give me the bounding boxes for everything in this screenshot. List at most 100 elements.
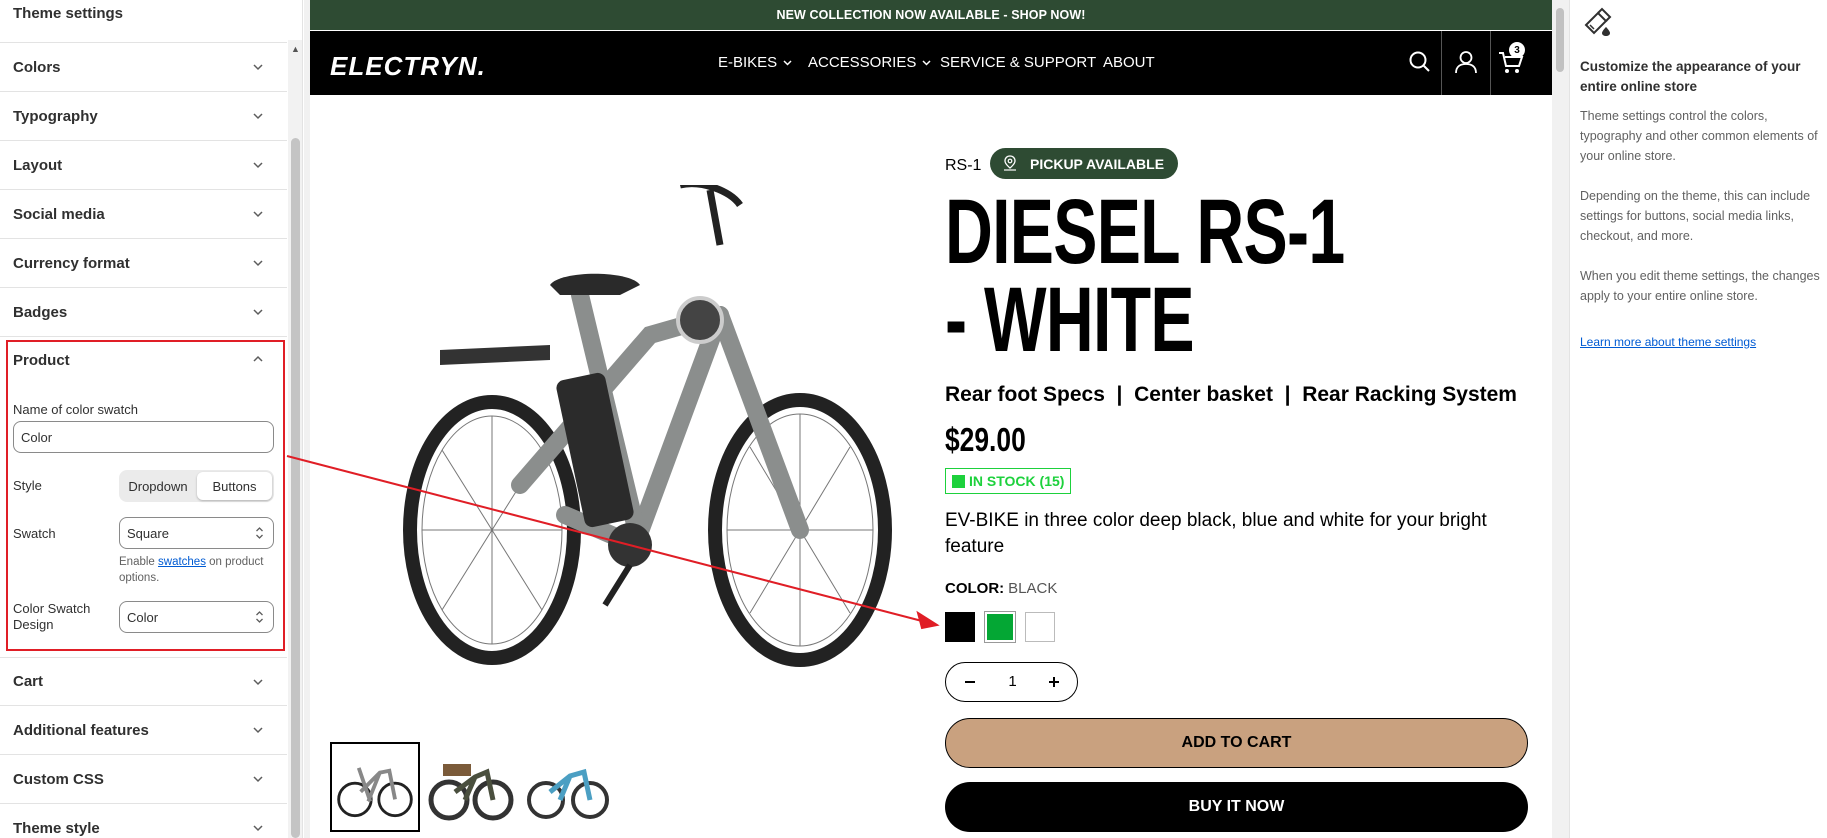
stock-indicator xyxy=(952,475,965,488)
learn-more-link[interactable]: Learn more about theme settings xyxy=(1580,335,1756,349)
section-label: Currency format xyxy=(13,254,130,272)
buy-it-now-button[interactable]: BUY IT NOW xyxy=(945,782,1528,832)
section-label: Custom CSS xyxy=(13,770,104,788)
product-thumbnail[interactable] xyxy=(425,742,515,832)
style-option-dropdown[interactable]: Dropdown xyxy=(121,472,195,500)
location-pin-icon xyxy=(1004,155,1016,171)
chevron-down-icon xyxy=(253,64,263,71)
sidebar-scrollbar[interactable]: ▲ xyxy=(288,40,302,838)
nav-ebikes[interactable]: E-BIKES xyxy=(718,54,793,71)
section-product-header[interactable]: Product xyxy=(13,352,70,369)
color-option-label: COLOR: BLACK xyxy=(945,580,1057,597)
info-paragraph: Theme settings control the colors, typog… xyxy=(1580,109,1818,163)
chevron-down-icon xyxy=(253,211,263,218)
store-logo[interactable]: ELECTRYN. xyxy=(330,51,486,82)
nav-label: ABOUT xyxy=(1103,54,1155,71)
nav-accessories[interactable]: ACCESSORIES xyxy=(808,54,932,71)
chevron-down-icon xyxy=(253,776,263,783)
section-label: Theme style xyxy=(13,819,100,837)
chevron-down-icon xyxy=(783,60,792,66)
section-badges[interactable]: Badges xyxy=(0,288,287,337)
preview-scroll-thumb[interactable] xyxy=(1556,8,1564,72)
info-panel: Customize the appearance of your entire … xyxy=(1569,0,1827,838)
swatch-select[interactable]: Square xyxy=(119,517,274,549)
swatch-name-input[interactable]: Color xyxy=(13,421,274,453)
add-to-cart-button[interactable]: ADD TO CART xyxy=(945,718,1528,768)
store-header: ELECTRYN. E-BIKES ACCESSORIES SERVICE & … xyxy=(310,31,1552,95)
plus-icon[interactable] xyxy=(1044,672,1064,692)
design-select-value: Color xyxy=(127,609,159,625)
chevron-down-icon xyxy=(253,113,263,120)
section-theme-style[interactable]: Theme style xyxy=(0,804,287,838)
nav-label: E-BIKES xyxy=(718,54,778,71)
stock-label: IN STOCK (15) xyxy=(969,473,1065,489)
nav-about[interactable]: ABOUT xyxy=(1103,54,1155,71)
color-swatch-design-label: Color Swatch Design xyxy=(13,601,91,632)
info-paragraph: When you edit theme settings, the change… xyxy=(1580,269,1820,303)
select-updown-icon xyxy=(256,611,263,623)
section-social-media[interactable]: Social media xyxy=(0,190,287,239)
product-main-image[interactable] xyxy=(400,185,900,705)
swatch-select-value: Square xyxy=(127,525,169,541)
product-features: Rear foot Specs | Center basket | Rear R… xyxy=(945,383,1517,406)
swatch-name-label: Name of color swatch xyxy=(13,402,138,417)
search-icon[interactable] xyxy=(1406,48,1434,76)
section-cart[interactable]: Cart xyxy=(0,657,287,706)
style-segmented-control: Dropdown Buttons xyxy=(119,470,274,502)
product-thumbnail[interactable] xyxy=(330,742,420,832)
account-icon[interactable] xyxy=(1452,48,1480,76)
section-label: Social media xyxy=(13,205,105,223)
color-swatch-white[interactable] xyxy=(1025,612,1055,642)
store-preview: NEW COLLECTION NOW AVAILABLE - SHOP NOW!… xyxy=(304,0,1569,838)
chevron-down-icon xyxy=(253,309,263,316)
color-label: COLOR: xyxy=(945,580,1005,597)
select-updown-icon xyxy=(256,527,263,539)
color-swatch-design-select[interactable]: Color xyxy=(119,601,274,633)
section-label: Additional features xyxy=(13,721,149,739)
stock-badge: IN STOCK (15) xyxy=(945,468,1072,494)
color-selected-value: BLACK xyxy=(1008,580,1058,597)
color-swatch-black[interactable] xyxy=(945,612,975,642)
scroll-up-arrow-icon[interactable]: ▲ xyxy=(291,44,300,54)
product-sku: RS-1 xyxy=(945,157,982,174)
section-colors[interactable]: Colors xyxy=(0,43,287,92)
chevron-up-icon[interactable] xyxy=(251,352,265,366)
section-label: Cart xyxy=(13,673,44,690)
theme-settings-sidebar: Theme settings Colors Typography Layout … xyxy=(0,0,303,838)
product-thumbnail[interactable] xyxy=(522,742,612,832)
product-price: $29.00 xyxy=(945,421,1026,458)
swatches-link[interactable]: swatches xyxy=(158,556,206,568)
chevron-down-icon xyxy=(253,260,263,267)
section-custom-css[interactable]: Custom CSS xyxy=(0,755,287,804)
paint-brush-icon xyxy=(1584,7,1612,36)
section-additional-features[interactable]: Additional features xyxy=(0,706,287,755)
product-title: DIESEL RS-1 - WHITE xyxy=(945,181,1345,371)
chevron-down-icon xyxy=(253,162,263,169)
nav-label: SERVICE & SUPPORT xyxy=(940,54,1097,71)
section-currency-format[interactable]: Currency format xyxy=(0,239,287,288)
style-option-buttons[interactable]: Buttons xyxy=(197,472,272,500)
chevron-down-icon xyxy=(253,825,263,832)
quantity-stepper: 1 xyxy=(945,662,1078,702)
product-description: EV-BIKE in three color deep black, blue … xyxy=(945,510,1487,557)
info-heading: Customize the appearance of your entire … xyxy=(1580,59,1801,94)
pickup-badge: PICKUP AVAILABLE xyxy=(990,148,1179,179)
announcement-bar[interactable]: NEW COLLECTION NOW AVAILABLE - SHOP NOW! xyxy=(310,0,1552,30)
divider xyxy=(1490,31,1491,95)
info-paragraph: Depending on the theme, this can include… xyxy=(1580,189,1811,243)
section-layout[interactable]: Layout xyxy=(0,141,287,190)
pickup-label: PICKUP AVAILABLE xyxy=(1030,155,1165,172)
chevron-down-icon xyxy=(922,60,931,66)
nav-label: ACCESSORIES xyxy=(808,54,917,71)
preview-scrollbar[interactable] xyxy=(1552,0,1569,838)
divider xyxy=(1441,31,1442,95)
swatch-label: Swatch xyxy=(13,526,56,541)
section-label: Colors xyxy=(13,58,61,76)
section-label: Badges xyxy=(13,303,68,321)
section-label: Typography xyxy=(13,107,98,125)
sidebar-scroll-thumb[interactable] xyxy=(291,138,300,838)
section-typography[interactable]: Typography xyxy=(0,92,287,141)
cart-count-badge: 3 xyxy=(1509,42,1525,58)
nav-service-support[interactable]: SERVICE & SUPPORT xyxy=(940,54,1096,71)
color-swatch-green[interactable] xyxy=(984,611,1016,643)
